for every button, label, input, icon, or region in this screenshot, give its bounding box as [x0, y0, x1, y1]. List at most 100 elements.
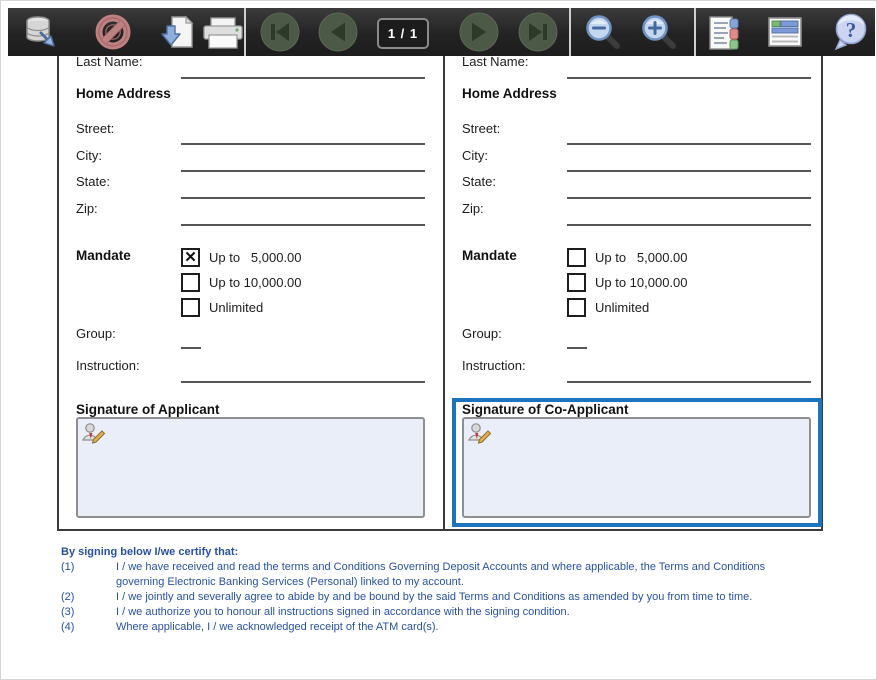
print-button[interactable] [202, 16, 244, 50]
toolbar-separator [694, 8, 696, 56]
signer-icon [468, 423, 492, 445]
form-page: Last Name: Home Address Street: City: St… [57, 29, 823, 531]
database-export-icon [23, 14, 59, 50]
form-view-button[interactable] [707, 15, 741, 51]
block-icon [95, 14, 131, 50]
item-text: I / we jointly and severally agree to ab… [116, 590, 808, 605]
checkbox-up-to-5000[interactable]: ✕ [181, 248, 200, 267]
item-text: Where applicable, I / we acknowledged re… [116, 620, 808, 635]
certification-item: (1) I / we have received and read the te… [61, 560, 831, 590]
next-page-button[interactable] [459, 12, 499, 52]
checkbox-up-to-5000[interactable] [567, 248, 586, 267]
first-page-icon [260, 12, 300, 52]
co-applicant-signature-field[interactable] [462, 417, 811, 518]
last-name-label: Last Name: [76, 54, 142, 69]
mandate-option-label: Unlimited [209, 300, 263, 315]
mandate-heading: Mandate [462, 248, 517, 263]
instruction-field[interactable] [567, 381, 811, 383]
zoom-in-button[interactable] [639, 13, 679, 51]
file-download-icon [159, 14, 195, 50]
city-label: City: [462, 148, 488, 163]
previous-page-icon [318, 12, 358, 52]
last-name-label: Last Name: [462, 54, 528, 69]
checkbox-x-mark: ✕ [184, 250, 197, 265]
item-number: (4) [61, 620, 116, 635]
item-number: (3) [61, 605, 116, 620]
city-field[interactable] [567, 170, 811, 172]
viewer-window: 1 / 1 [0, 0, 877, 680]
next-page-icon [459, 12, 499, 52]
export-database-button[interactable] [22, 14, 60, 50]
item-number: (1) [61, 560, 116, 590]
certification-item: (3) I / we authorize you to honour all i… [61, 605, 831, 620]
page-indicator[interactable]: 1 / 1 [377, 18, 429, 49]
instruction-label: Instruction: [462, 358, 526, 373]
zoom-out-button[interactable] [583, 13, 623, 51]
zip-label: Zip: [462, 201, 484, 216]
checkbox-unlimited[interactable] [567, 298, 586, 317]
group-label: Group: [76, 326, 116, 341]
signature-heading: Signature of Co-Applicant [462, 402, 629, 417]
applicant-signature-field[interactable] [76, 417, 425, 518]
certification-item: (4) Where applicable, I / we acknowledge… [61, 620, 831, 635]
co-applicant-column: Last Name: Home Address Street: City: St… [445, 31, 827, 529]
state-field[interactable] [181, 197, 425, 199]
mandate-option-row: ✕ Up to 5,000.00 [181, 248, 302, 267]
checkbox-up-to-10000[interactable] [181, 273, 200, 292]
toolbar-separator [569, 8, 571, 56]
table-icon [768, 17, 802, 47]
signer-icon [82, 423, 106, 445]
first-page-button[interactable] [260, 12, 300, 52]
group-label: Group: [462, 326, 502, 341]
instruction-label: Instruction: [76, 358, 140, 373]
cancel-button[interactable] [94, 14, 132, 50]
state-field[interactable] [567, 197, 811, 199]
street-field[interactable] [181, 143, 425, 145]
street-label: Street: [76, 121, 114, 136]
zip-label: Zip: [76, 201, 98, 216]
mandate-option-label: Up to 5,000.00 [209, 250, 302, 265]
zoom-in-icon [640, 13, 678, 51]
instruction-field[interactable] [181, 381, 425, 383]
certification-heading: By signing below I/we certify that: [61, 545, 831, 560]
toolbar-separator [244, 8, 246, 56]
home-address-heading: Home Address [76, 86, 171, 101]
group-field[interactable] [181, 347, 201, 349]
item-number: (2) [61, 590, 116, 605]
last-name-field[interactable] [567, 77, 811, 79]
state-label: State: [462, 174, 496, 189]
last-page-icon [518, 12, 558, 52]
checkbox-unlimited[interactable] [181, 298, 200, 317]
checkbox-up-to-10000[interactable] [567, 273, 586, 292]
last-name-field[interactable] [181, 77, 425, 79]
group-field[interactable] [567, 347, 587, 349]
mandate-option-label: Up to 5,000.00 [595, 250, 688, 265]
mandate-option-label: Unlimited [595, 300, 649, 315]
state-label: State: [76, 174, 110, 189]
certification-item: (2) I / we jointly and severally agree t… [61, 590, 831, 605]
previous-page-button[interactable] [318, 12, 358, 52]
street-field[interactable] [567, 143, 811, 145]
signature-heading: Signature of Applicant [76, 402, 220, 417]
zip-field[interactable] [567, 224, 811, 226]
save-file-button[interactable] [158, 14, 196, 50]
mandate-option-row: Up to 10,000.00 [181, 273, 302, 292]
help-button[interactable]: ? [830, 13, 870, 53]
toolbar: 1 / 1 [8, 8, 875, 56]
last-page-button[interactable] [518, 12, 558, 52]
table-view-button[interactable] [767, 17, 803, 47]
mandate-option-row: Up to 5,000.00 [567, 248, 688, 267]
mandate-heading: Mandate [76, 248, 131, 263]
mandate-option-row: Up to 10,000.00 [567, 273, 688, 292]
item-text: I / we have received and read the terms … [116, 560, 808, 590]
city-label: City: [76, 148, 102, 163]
help-icon: ? [831, 13, 869, 53]
document-tabs-icon [708, 16, 740, 50]
zip-field[interactable] [181, 224, 425, 226]
street-label: Street: [462, 121, 500, 136]
item-text: I / we authorize you to honour all instr… [116, 605, 808, 620]
certification-block: By signing below I/we certify that: (1) … [61, 545, 831, 635]
zoom-out-icon [584, 13, 622, 51]
city-field[interactable] [181, 170, 425, 172]
svg-text:?: ? [846, 18, 857, 42]
